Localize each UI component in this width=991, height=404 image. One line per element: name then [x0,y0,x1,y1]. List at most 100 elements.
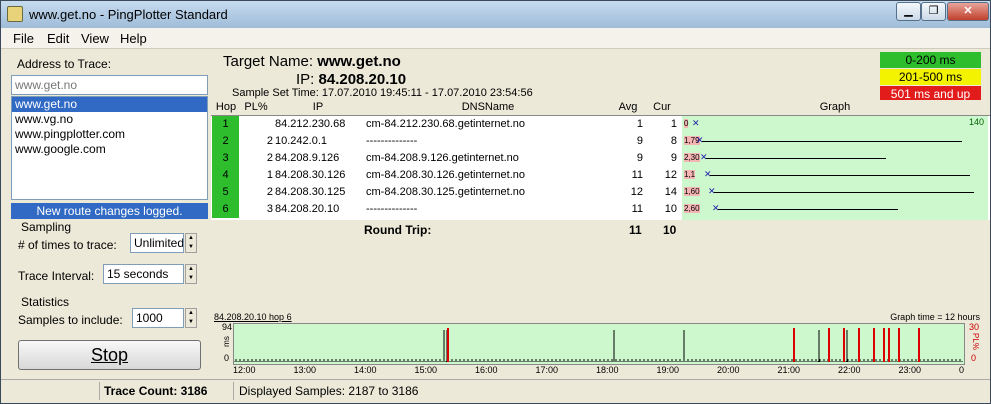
close-button[interactable]: ✕ [947,2,989,21]
address-label: Address to Trace: [17,57,112,71]
displayed-samples: Displayed Samples: 2187 to 3186 [239,384,419,398]
time-graph-title: 84.208.20.10 hop 6 [214,312,292,322]
time-axis-label: 16:00 [475,365,498,375]
avg-cell: 1 [636,118,643,130]
cur-cell: 1 [670,118,677,130]
address-list-item[interactable]: www.google.com [12,142,207,157]
trace-interval-label: Trace Interval: [18,269,95,283]
col-cur[interactable]: Cur [647,101,677,113]
col-pl[interactable]: PL% [241,101,271,113]
hop-cell: 2 [212,133,239,150]
route-change-banner[interactable]: New route changes logged. [11,203,208,219]
avg-cell: 11 [631,203,643,215]
address-list-item[interactable]: www.vg.no [12,112,207,127]
col-avg[interactable]: Avg [613,101,643,113]
avg-cell: 9 [636,135,643,147]
time-graph-plot[interactable] [233,323,965,365]
hop-cell: 3 [212,150,239,167]
col-graph[interactable]: Graph [682,101,988,113]
pl-unit-label: PL% [970,333,980,350]
time-axis-label: 12:00 [233,365,256,375]
cur-cell: 9 [670,152,677,164]
avg-cell: 12 [630,186,643,198]
hop-latency-line [706,158,886,159]
ip-cell: 84.212.230.68 [275,118,346,130]
trace-interval-spinner[interactable]: ▲ ▼ [185,264,197,284]
sample-set-time: Sample Set Time: 17.07.2010 19:45:11 - 1… [232,87,533,99]
window-title: www.get.no - PingPlotter Standard [29,7,228,22]
times-to-trace-spinner[interactable]: ▲ ▼ [185,233,197,253]
ip-cell: 84.208.30.126 [275,169,346,181]
status-separator [99,382,100,400]
menu-edit[interactable]: Edit [47,31,69,46]
menu-file[interactable]: File [13,31,34,46]
hop-cell: 4 [212,167,239,184]
dns-cell: -------------- [366,203,418,215]
time-graph[interactable]: 84.208.20.10 hop 6 Graph time = 12 hours… [211,309,990,379]
hop-graph-value: 1,1 [684,170,696,179]
maximize-button[interactable]: ❐ [921,2,946,21]
ip-value: 84.208.20.10 [318,71,407,88]
roundtrip-label: Round Trip: [364,223,432,237]
time-axis-label: 21:00 [777,365,801,375]
sidebar: Address to Trace: www.get.no www.vg.no w… [1,49,211,379]
sample-value: 17.07.2010 19:45:11 - 17.07.2010 23:54:5… [321,87,533,99]
trace-count: Trace Count: 3186 [104,384,208,398]
address-list-item[interactable]: www.pingplotter.com [12,127,207,142]
time-graph-svg [234,328,963,362]
samples-to-include-spinner[interactable]: ▲ ▼ [185,308,197,328]
address-list[interactable]: www.get.no www.vg.no www.pingplotter.com… [11,96,208,200]
cur-cell: 14 [664,186,677,198]
title-bar[interactable]: www.get.no - PingPlotter Standard ▁ ❐ ✕ [1,1,990,28]
hop-cell: 6 [212,201,239,218]
time-axis-label: 14:00 [354,365,377,375]
time-axis-label: 15:00 [414,365,438,375]
sample-label: Sample Set Time: [232,87,319,99]
hop-graph-value: 2,30 [684,153,700,162]
time-axis-label: 19:00 [656,365,680,375]
stop-button[interactable]: Stop [18,340,201,370]
status-separator [233,382,234,400]
roundtrip-avg: 11 [629,223,642,237]
target-label: Target Name: [223,53,314,70]
cur-cell: 12 [664,169,677,181]
hop-graph-value: 1,60 [684,187,700,196]
hop-cell: 5 [212,184,239,201]
time-axis-label: 23:00 [898,365,922,375]
hop-latency-line [714,192,974,193]
dns-cell: cm-84.208.9.126.getinternet.no [366,152,519,164]
sampling-group-label: Sampling [21,220,72,234]
times-to-trace-field[interactable]: Unlimited [130,233,184,253]
menu-view[interactable]: View [81,31,109,46]
address-list-item[interactable]: www.get.no [12,97,207,112]
time-axis-label: 17:00 [535,365,559,375]
pl-cell: 2 [266,135,273,147]
statistics-group-label: Statistics [21,295,70,309]
col-ip[interactable]: IP [273,101,363,113]
menu-help[interactable]: Help [120,31,147,46]
avg-cell: 9 [636,152,643,164]
pl-max-label: 30 [969,322,980,332]
roundtrip-cur: 10 [663,223,677,237]
status-bar: Trace Count: 3186 Displayed Samples: 218… [1,379,990,403]
col-dnsname[interactable]: DNSName [363,101,613,113]
cur-cell: 8 [670,135,677,147]
samples-to-include-field[interactable]: 1000 [132,308,184,328]
address-input[interactable] [11,75,208,95]
y-max-label: 94 [222,322,233,332]
ip-cell: 84.208.30.125 [275,186,346,198]
time-axis-label: 22:00 [838,365,861,375]
trace-interval-field[interactable]: 15 seconds [103,264,184,284]
legend-green: 0-200 ms [880,52,981,68]
times-to-trace-label: # of times to trace: [18,238,117,252]
hop-latency-line [718,209,898,210]
hop-graph-value: 2,60 [684,204,700,213]
time-axis-label: 0 [959,365,965,375]
hop-table-header: Hop PL% IP DNSName Avg Cur Graph [211,100,990,116]
hop-latency-line [702,141,962,142]
ip-cell: 10.242.0.1 [275,135,327,147]
minimize-button[interactable]: ▁ [896,2,921,21]
hop-graph[interactable]: 140 0 ✕ 1,79 ✕ 2,30 ✕ 1,1 ✕ 1,60 ✕ 2,60 ✕ [682,116,988,220]
pl-cell: 1 [266,169,273,181]
col-hop[interactable]: Hop [213,101,239,113]
